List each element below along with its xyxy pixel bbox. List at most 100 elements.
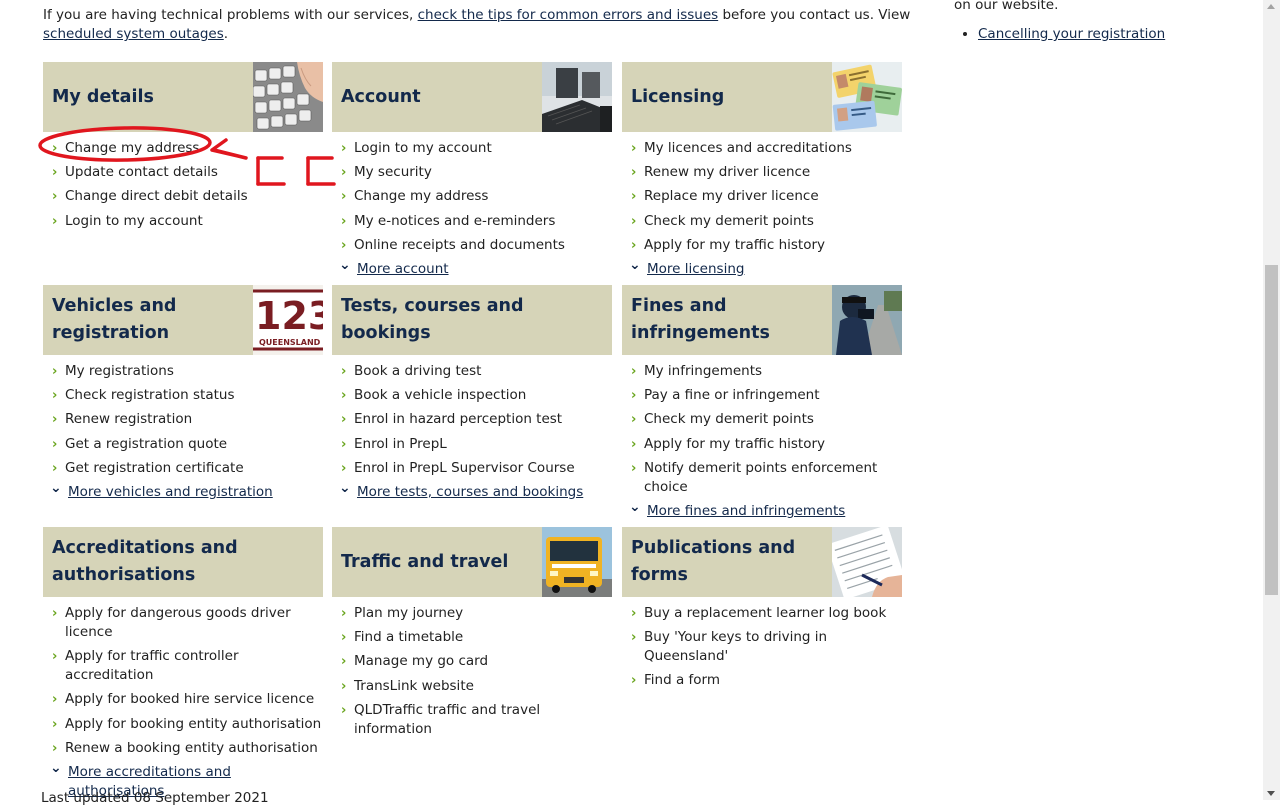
list-item[interactable]: › Get registration certificate: [43, 459, 323, 478]
more-licensing-link[interactable]: More licensing: [647, 261, 744, 277]
change-direct-debit-link[interactable]: Change direct debit details: [65, 188, 248, 204]
traffic-controller-link[interactable]: Apply for traffic controller accreditati…: [65, 648, 239, 683]
more-item[interactable]: ⌄ More tests, courses and bookings: [332, 480, 612, 502]
book-vehicle-inspection-link[interactable]: Book a vehicle inspection: [354, 387, 526, 403]
list-item[interactable]: › Enrol in hazard perception test: [332, 410, 612, 429]
tile-title[interactable]: Publications and forms: [631, 527, 826, 597]
demerit-points-link[interactable]: Check my demerit points: [644, 213, 814, 229]
plan-journey-link[interactable]: Plan my journey: [354, 605, 463, 621]
my-security-link[interactable]: My security: [354, 164, 432, 180]
list-item[interactable]: › Renew my driver licence: [622, 163, 902, 182]
list-item[interactable]: › Notify demerit points enforcement choic…: [622, 459, 902, 497]
find-form-link[interactable]: Find a form: [644, 672, 720, 688]
tile-title[interactable]: Fines and infringements: [631, 285, 826, 355]
list-item[interactable]: › Manage my go card: [332, 652, 612, 671]
list-item[interactable]: › Apply for booking entity authorisation: [43, 715, 323, 734]
list-item[interactable]: › Plan my journey: [332, 604, 612, 623]
scrollbar-thumb[interactable]: [1265, 265, 1278, 595]
list-item[interactable]: › Apply for traffic controller accreditat…: [43, 647, 323, 685]
login-my-account-link[interactable]: Login to my account: [65, 213, 203, 229]
list-item[interactable]: › Enrol in PrepL: [332, 435, 612, 454]
scroll-up-arrow-icon[interactable]: [1267, 4, 1275, 9]
list-item[interactable]: › My infringements: [622, 362, 902, 381]
list-item[interactable]: › Online receipts and documents: [332, 236, 612, 255]
list-item[interactable]: › Apply for booked hire service licence: [43, 690, 323, 709]
more-account-link[interactable]: More account: [357, 261, 449, 277]
tile-title[interactable]: Licensing: [631, 62, 826, 132]
list-item[interactable]: › Renew registration: [43, 410, 323, 429]
my-infringements-link[interactable]: My infringements: [644, 363, 762, 379]
list-item[interactable]: › TransLink website: [332, 677, 612, 696]
dangerous-goods-link[interactable]: Apply for dangerous goods driver licence: [65, 605, 291, 640]
registration-certificate-link[interactable]: Get registration certificate: [65, 460, 244, 476]
list-item[interactable]: › Update contact details: [43, 163, 323, 182]
cancelling-registration-link[interactable]: Cancelling your registration: [978, 26, 1165, 42]
list-item[interactable]: › Check registration status: [43, 386, 323, 405]
list-item[interactable]: › Pay a fine or infringement: [622, 386, 902, 405]
list-item[interactable]: › My e-notices and e-reminders: [332, 212, 612, 231]
more-item[interactable]: ⌄ More account: [332, 257, 612, 279]
tips-link[interactable]: check the tips for common errors and iss…: [418, 7, 719, 23]
list-item[interactable]: › Get a registration quote: [43, 435, 323, 454]
find-timetable-link[interactable]: Find a timetable: [354, 629, 463, 645]
list-item[interactable]: › Change my address: [43, 139, 323, 158]
learner-log-book-link[interactable]: Buy a replacement learner log book: [644, 605, 886, 621]
tile-title[interactable]: Traffic and travel: [341, 527, 536, 597]
list-item[interactable]: › Login to my account: [332, 139, 612, 158]
translink-website-link[interactable]: TransLink website: [354, 678, 474, 694]
hazard-perception-link[interactable]: Enrol in hazard perception test: [354, 411, 562, 427]
book-driving-test-link[interactable]: Book a driving test: [354, 363, 481, 379]
list-item[interactable]: › Find a form: [622, 671, 902, 690]
more-item[interactable]: ⌄ More fines and infringements: [622, 499, 902, 521]
list-item[interactable]: › Renew a booking entity authorisation: [43, 739, 323, 758]
qldtraffic-link[interactable]: QLDTraffic traffic and travel informatio…: [354, 702, 540, 737]
more-vehicles-link[interactable]: More vehicles and registration: [68, 484, 273, 500]
more-item[interactable]: ⌄ More vehicles and registration: [43, 480, 323, 502]
more-fines-link[interactable]: More fines and infringements: [647, 503, 845, 519]
list-item[interactable]: › Book a driving test: [332, 362, 612, 381]
my-licences-link[interactable]: My licences and accreditations: [644, 140, 852, 156]
list-item[interactable]: › Enrol in PrepL Supervisor Course: [332, 459, 612, 478]
check-registration-link[interactable]: Check registration status: [65, 387, 234, 403]
booking-entity-renew-link[interactable]: Renew a booking entity authorisation: [65, 740, 318, 756]
scroll-down-arrow-icon[interactable]: [1267, 791, 1275, 796]
tile-title[interactable]: Vehicles and registration: [52, 285, 247, 355]
list-item[interactable]: › Find a timetable: [332, 628, 612, 647]
traffic-history-link[interactable]: Apply for my traffic history: [644, 237, 825, 253]
list-item[interactable]: › Check my demerit points: [622, 410, 902, 429]
replace-licence-link[interactable]: Replace my driver licence: [644, 188, 819, 204]
renew-registration-link[interactable]: Renew registration: [65, 411, 192, 427]
prepl-supervisor-link[interactable]: Enrol in PrepL Supervisor Course: [354, 460, 575, 476]
list-item[interactable]: › My registrations: [43, 362, 323, 381]
more-item[interactable]: ⌄ More licensing: [622, 257, 902, 279]
booked-hire-link[interactable]: Apply for booked hire service licence: [65, 691, 314, 707]
pay-fine-link[interactable]: Pay a fine or infringement: [644, 387, 820, 403]
registration-quote-link[interactable]: Get a registration quote: [65, 436, 227, 452]
tile-title[interactable]: My details: [52, 62, 247, 132]
update-contact-details-link[interactable]: Update contact details: [65, 164, 218, 180]
change-address-link[interactable]: Change my address: [354, 188, 488, 204]
manage-go-card-link[interactable]: Manage my go card: [354, 653, 488, 669]
list-item[interactable]: › Buy a replacement learner log book: [622, 604, 902, 623]
more-tests-link[interactable]: More tests, courses and bookings: [357, 484, 583, 500]
list-item[interactable]: › Apply for my traffic history: [622, 236, 902, 255]
booking-entity-apply-link[interactable]: Apply for booking entity authorisation: [65, 716, 321, 732]
my-registrations-link[interactable]: My registrations: [65, 363, 174, 379]
list-item[interactable]: › My licences and accreditations: [622, 139, 902, 158]
list-item[interactable]: › Check my demerit points: [622, 212, 902, 231]
list-item[interactable]: › Login to my account: [43, 212, 323, 231]
online-receipts-link[interactable]: Online receipts and documents: [354, 237, 565, 253]
notify-enforcement-choice-link[interactable]: Notify demerit points enforcement choice: [644, 460, 877, 495]
tile-title[interactable]: Accreditations and authorisations: [52, 527, 314, 597]
renew-licence-link[interactable]: Renew my driver licence: [644, 164, 810, 180]
list-item[interactable]: › Apply for dangerous goods driver licenc…: [43, 604, 323, 642]
list-item[interactable]: › Buy 'Your keys to driving in Queensland…: [622, 628, 902, 666]
check-demerit-points-link[interactable]: Check my demerit points: [644, 411, 814, 427]
login-account-link[interactable]: Login to my account: [354, 140, 492, 156]
list-item[interactable]: › My security: [332, 163, 612, 182]
tile-title[interactable]: Tests, courses and bookings: [341, 285, 603, 355]
tile-title[interactable]: Account: [341, 62, 536, 132]
change-my-address-link[interactable]: Change my address: [65, 140, 199, 156]
keys-to-driving-link[interactable]: Buy 'Your keys to driving in Queensland': [644, 629, 827, 664]
list-item[interactable]: › Book a vehicle inspection: [332, 386, 612, 405]
